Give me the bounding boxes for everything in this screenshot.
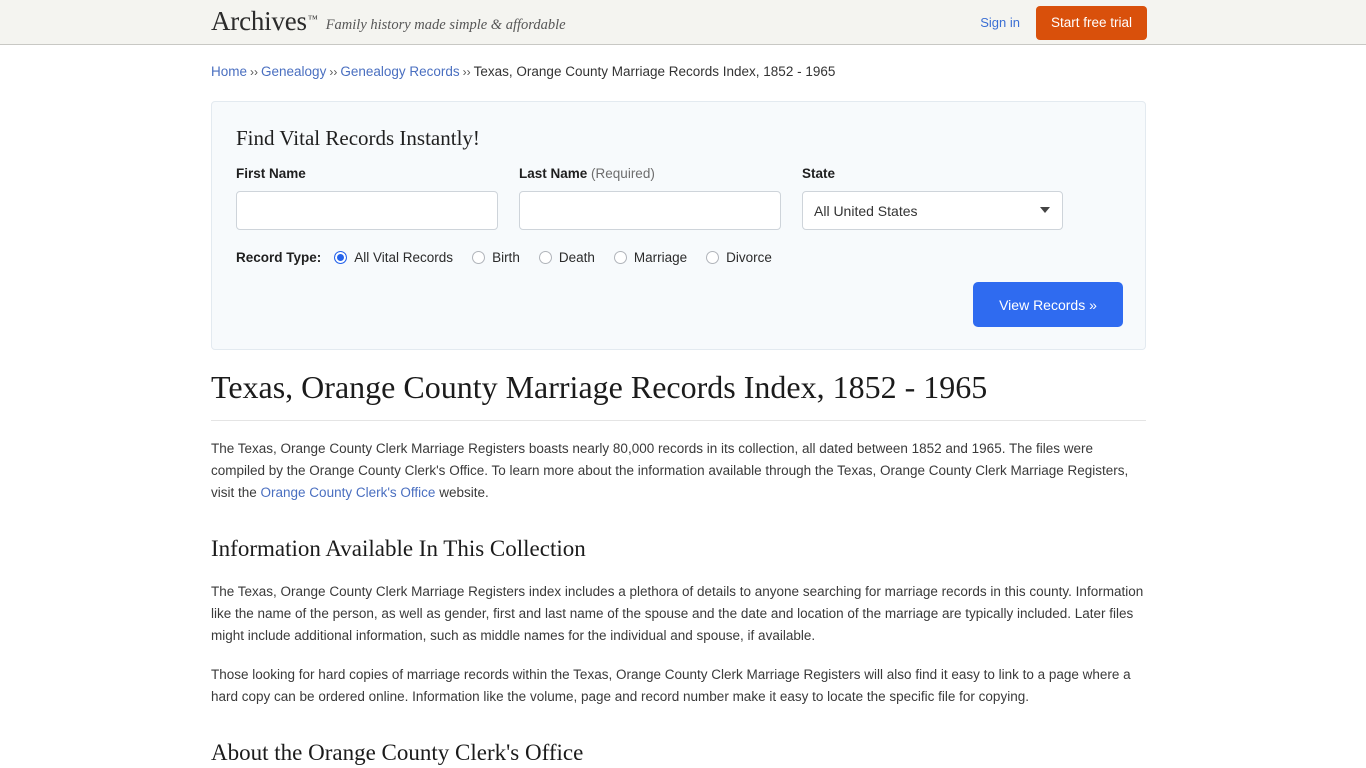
state-label: State — [802, 166, 836, 181]
search-panel-title: Find Vital Records Instantly! — [236, 126, 480, 150]
trademark-icon: ™ — [307, 14, 318, 25]
record-type-option-label: Birth — [492, 250, 520, 265]
breadcrumb: Home ›› Genealogy ›› Genealogy Records ›› Texa… — [211, 63, 835, 81]
record-type-group: Record Type: All Vital Records Birth Dea… — [236, 250, 791, 265]
site-logo[interactable]: Archives ™ Family history made simple & a… — [211, 6, 566, 36]
state-select-wrap: All United States — [802, 191, 1063, 230]
radio-unselected-icon[interactable] — [613, 251, 627, 264]
record-type-option-label: All Vital Records — [354, 250, 454, 265]
sign-in-link[interactable]: Sign in — [980, 15, 1020, 30]
header-inner: Archives ™ Family history made simple & a… — [0, 0, 1366, 45]
information-paragraph: The Texas, Orange County Clerk Marriage … — [211, 584, 1144, 643]
record-type-option-divorce[interactable]: Divorce — [706, 250, 772, 265]
state-field-group: State All United States — [802, 166, 1063, 230]
radio-unselected-icon[interactable] — [706, 251, 720, 264]
page-title: Texas, Orange County Marriage Records In… — [211, 367, 1146, 421]
breadcrumb-item-home[interactable]: Home — [211, 64, 247, 79]
first-name-label: First Name — [236, 166, 306, 181]
breadcrumb-item-genealogy-records[interactable]: Genealogy Records — [340, 64, 459, 79]
breadcrumb-separator-icon: ›› — [329, 65, 338, 79]
breadcrumb-separator-icon: ›› — [250, 65, 259, 79]
site-tagline: Family history made simple & affordable — [325, 17, 566, 33]
section-title-information-available: Information Available In This Collection — [211, 536, 586, 561]
record-type-option-label: Marriage — [633, 250, 688, 265]
state-select[interactable]: All United States — [802, 191, 1063, 230]
record-type-option-birth[interactable]: Birth — [472, 250, 520, 265]
record-type-option-label: Death — [558, 250, 595, 265]
record-type-option-label: Divorce — [726, 250, 772, 265]
article-content: Texas, Orange County Marriage Records In… — [211, 367, 1146, 768]
radio-unselected-icon[interactable] — [538, 251, 552, 264]
last-name-required-note: (Required) — [591, 166, 655, 181]
site-header: Archives ™ Family history made simple & a… — [0, 0, 1366, 45]
section-title-about-clerks-office: About the Orange County Clerk's Office — [211, 740, 584, 765]
last-name-field-group: Last Name (Required) — [519, 166, 781, 230]
record-type-option-all-vital-records[interactable]: All Vital Records — [334, 250, 453, 265]
breadcrumb-item-current: Texas, Orange County Marriage Records In… — [473, 64, 836, 79]
logo-wordmark: Archives — [211, 6, 307, 36]
record-type-option-marriage[interactable]: Marriage — [613, 250, 688, 265]
orange-county-clerks-office-link[interactable]: Orange County Clerk's Office — [261, 485, 436, 500]
first-name-field-group: First Name — [236, 166, 498, 230]
intro-paragraph: The Texas, Orange County Clerk Marriage … — [211, 438, 1146, 504]
view-records-button[interactable]: View Records » — [973, 282, 1123, 327]
last-name-label: Last Name (Required) — [519, 166, 781, 182]
record-type-label: Record Type: — [236, 250, 322, 265]
state-select-value: All United States — [814, 202, 918, 219]
start-free-trial-button[interactable]: Start free trial — [1035, 5, 1147, 40]
last-name-input[interactable] — [519, 191, 781, 230]
record-type-option-death[interactable]: Death — [538, 250, 595, 265]
breadcrumb-separator-icon: ›› — [462, 65, 471, 79]
first-name-input[interactable] — [236, 191, 498, 230]
last-name-label-text: Last Name — [519, 166, 588, 181]
breadcrumb-item-genealogy[interactable]: Genealogy — [261, 64, 326, 79]
search-fields-row: First Name Last Name (Required) State Al… — [236, 166, 1123, 230]
vital-records-search-panel: Find Vital Records Instantly! First Name… — [211, 101, 1146, 350]
intro-paragraph-text-part-2: website. — [435, 485, 489, 500]
radio-unselected-icon[interactable] — [472, 251, 486, 264]
header-actions: Sign in Start free trial — [980, 0, 1147, 45]
radio-selected-icon[interactable] — [334, 251, 348, 264]
hard-copies-paragraph: Those looking for hard copies of marriag… — [211, 667, 1131, 704]
